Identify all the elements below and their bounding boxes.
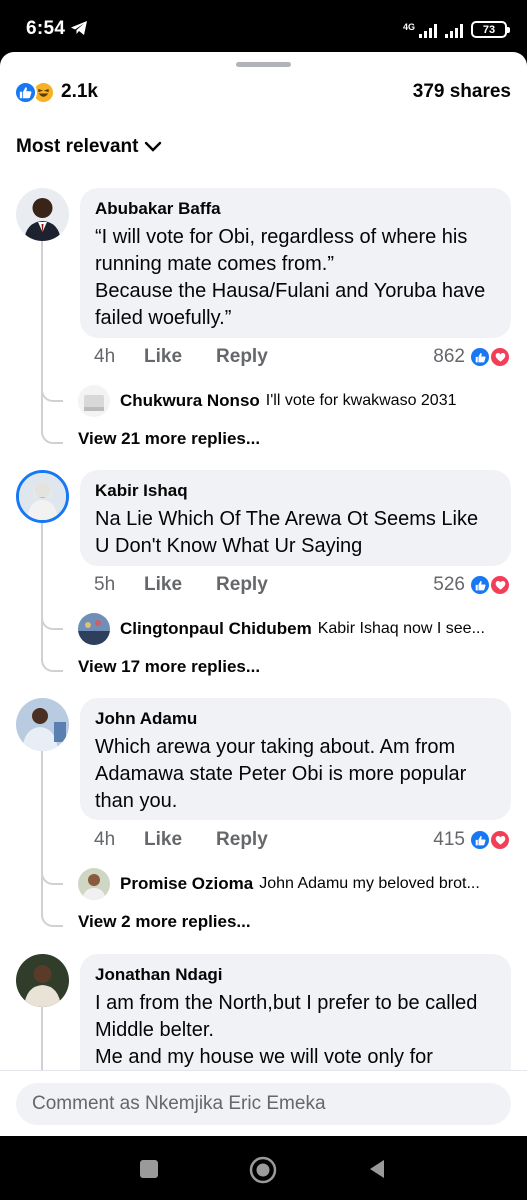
comment-reaction-count: 415: [433, 829, 465, 850]
thread-line: [41, 516, 43, 654]
avatar[interactable]: [16, 470, 69, 523]
comment-bubble[interactable]: John Adamu Which arewa your taking about…: [80, 698, 511, 820]
post-stats: 2.1k 379 shares: [14, 78, 511, 106]
like-icon: [469, 829, 491, 851]
battery-icon: 73: [471, 21, 510, 38]
thread-line: [41, 744, 43, 909]
reply-author[interactable]: Promise Ozioma: [120, 874, 253, 894]
reaction-count: 2.1k: [61, 81, 98, 102]
comment-reaction-count: 526: [433, 574, 465, 595]
love-icon: [489, 346, 511, 368]
love-icon: [489, 829, 511, 851]
reaction-summary[interactable]: 2.1k: [14, 80, 98, 104]
comment-reactions[interactable]: 415: [433, 829, 511, 851]
reply-text: Kabir Ishaq now I see...: [317, 620, 485, 637]
thread-connector: [41, 382, 63, 402]
signal-icon: [419, 24, 437, 38]
shares-count[interactable]: 379 shares: [413, 81, 511, 103]
comment-bubble[interactable]: Kabir Ishaq Na Lie Which Of The Arewa Ot…: [80, 470, 511, 566]
view-more-replies[interactable]: View 2 more replies...: [78, 912, 251, 932]
stop-icon[interactable]: [138, 1158, 160, 1180]
battery-level: 73: [482, 23, 496, 36]
comment-time[interactable]: 4h: [94, 829, 144, 851]
view-more-replies[interactable]: View 21 more replies...: [78, 429, 260, 449]
back-icon[interactable]: [366, 1158, 388, 1180]
thread-line: [41, 1000, 43, 1080]
wifi-icon: [445, 24, 463, 38]
like-button[interactable]: Like: [144, 829, 182, 851]
sort-dropdown[interactable]: Most relevant: [16, 136, 162, 158]
like-button[interactable]: Like: [144, 346, 182, 368]
like-button[interactable]: Like: [144, 574, 182, 596]
comments-sheet: 2.1k 379 shares Most relevant Abubakar B…: [0, 52, 527, 1136]
thread-connector: [41, 865, 63, 885]
reply-text: John Adamu my beloved brot...: [259, 875, 480, 892]
view-more-replies[interactable]: View 17 more replies...: [78, 657, 260, 677]
comment-text: Which arewa your taking about. Am from A…: [95, 736, 467, 812]
avatar[interactable]: [16, 954, 69, 1007]
reply-author[interactable]: Chukwura Nonso: [120, 391, 260, 411]
reply-button[interactable]: Reply: [216, 346, 268, 368]
comment-bubble[interactable]: Abubakar Baffa “I will vote for Obi, reg…: [80, 188, 511, 338]
telegram-icon: [71, 21, 87, 35]
comment-text: I am from the North,but I prefer to be c…: [95, 992, 478, 1068]
like-icon: [14, 80, 37, 104]
status-bar: 6:54 4G 73: [0, 0, 527, 52]
avatar[interactable]: [78, 613, 110, 645]
comment-actions: 4h Like Reply 415: [94, 828, 511, 852]
comment-author[interactable]: John Adamu: [95, 708, 495, 730]
comment-reactions[interactable]: 862: [433, 346, 511, 368]
thread-connector: [41, 652, 63, 672]
reply-preview[interactable]: Chukwura Nonso I'll vote for kwakwaso 20…: [78, 385, 513, 417]
avatar[interactable]: [16, 188, 69, 241]
love-icon: [489, 574, 511, 596]
reply-button[interactable]: Reply: [216, 829, 268, 851]
comment-text: Na Lie Which Of The Arewa Ot Seems Like …: [95, 508, 479, 557]
status-time: 6:54: [26, 18, 66, 39]
reply-author[interactable]: Clingtonpaul Chidubem: [120, 619, 312, 639]
comment-time[interactable]: 5h: [94, 574, 144, 596]
reply-text: I'll vote for kwakwaso 2031: [265, 392, 457, 409]
sort-label: Most relevant: [16, 136, 139, 157]
avatar[interactable]: [78, 385, 110, 417]
chevron-down-icon: [145, 141, 162, 152]
reply-preview[interactable]: Promise Ozioma John Adamu my beloved bro…: [78, 868, 513, 900]
avatar[interactable]: [16, 698, 69, 751]
comment-reaction-count: 862: [433, 346, 465, 367]
reply-button[interactable]: Reply: [216, 574, 268, 596]
system-nav-bar: [0, 1136, 527, 1200]
thread-connector: [41, 907, 63, 927]
home-icon[interactable]: [249, 1156, 277, 1184]
comment-composer-bar: Comment as Nkemjika Eric Emeka: [0, 1070, 527, 1136]
like-icon: [469, 574, 491, 596]
comment-text: “I will vote for Obi, regardless of wher…: [95, 226, 486, 329]
reply-preview[interactable]: Clingtonpaul Chidubem Kabir Ishaq now I …: [78, 613, 513, 645]
network-type: 4G: [402, 22, 415, 32]
comment-time[interactable]: 4h: [94, 346, 144, 368]
comment-input[interactable]: Comment as Nkemjika Eric Emeka: [16, 1083, 511, 1125]
comment-actions: 4h Like Reply 862: [94, 345, 511, 369]
avatar[interactable]: [78, 868, 110, 900]
comment-reactions[interactable]: 526: [433, 574, 511, 596]
thread-connector: [41, 424, 63, 444]
like-icon: [469, 346, 491, 368]
comment-author[interactable]: Abubakar Baffa: [95, 198, 495, 220]
comment-author[interactable]: Kabir Ishaq: [95, 480, 495, 502]
comment-author[interactable]: Jonathan Ndagi: [95, 964, 495, 986]
comment-actions: 5h Like Reply 526: [94, 573, 511, 597]
sheet-grabber[interactable]: [236, 62, 291, 67]
thread-connector: [41, 610, 63, 630]
